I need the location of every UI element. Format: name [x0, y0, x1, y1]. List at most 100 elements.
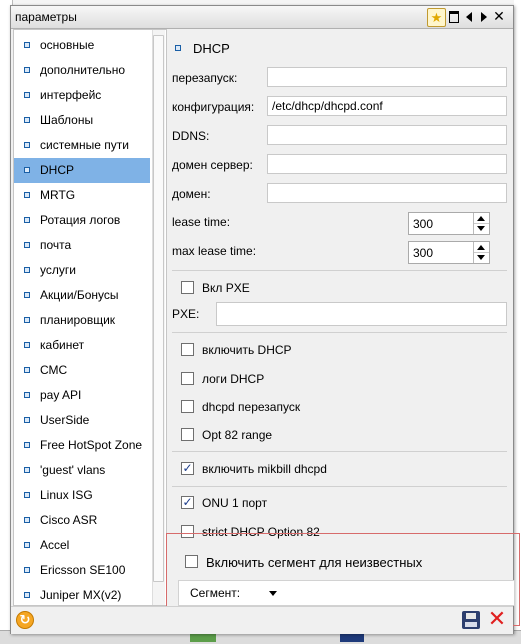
- sidebar-item-dhcp[interactable]: DHCP: [14, 158, 150, 183]
- config-label: конфигурация:: [172, 100, 255, 114]
- bullet-icon: [175, 45, 181, 51]
- sidebar-item-mail[interactable]: почта: [14, 233, 150, 258]
- checkbox[interactable]: [181, 400, 194, 413]
- window-title: параметры: [15, 10, 77, 24]
- pxe-input[interactable]: [216, 302, 507, 326]
- sidebar-item-label: почта: [40, 238, 72, 252]
- sidebar-item-ericsson[interactable]: Ericsson SE100: [14, 558, 150, 583]
- checkbox-label: включить DHCP: [202, 343, 292, 357]
- sidebar-item-label: Linux ISG: [40, 488, 93, 502]
- arrow-down-icon[interactable]: [477, 226, 485, 231]
- sidebar-item-label: MRTG: [40, 188, 76, 202]
- sidebar-item-userside[interactable]: UserSide: [14, 408, 150, 433]
- section-title: DHCP: [193, 41, 230, 56]
- sidebar-item-cabinet[interactable]: кабинет: [14, 333, 150, 358]
- sidebar-item-label: 'guest' vlans: [40, 463, 106, 477]
- ddns-input[interactable]: [267, 125, 507, 145]
- domain-input[interactable]: [267, 183, 507, 203]
- restart-label: перезапуск:: [172, 71, 238, 85]
- refresh-icon[interactable]: ↻: [16, 611, 34, 629]
- sidebar-item-label: Juniper MX(v2): [40, 588, 122, 602]
- sidebar-item-templates[interactable]: Шаблоны: [14, 108, 150, 133]
- dhcp-settings-panel: DHCP перезапуск: конфигурация: DDNS: дом…: [167, 29, 510, 604]
- bullet-icon: [24, 417, 30, 423]
- sidebar-item-system-paths[interactable]: системные пути: [14, 133, 150, 158]
- stepper-arrows[interactable]: [473, 242, 489, 263]
- bullet-icon: [24, 492, 30, 498]
- sidebar-item-free-hotspot[interactable]: Free HotSpot Zone: [14, 433, 150, 458]
- sidebar-item-mrtg[interactable]: MRTG: [14, 183, 150, 208]
- settings-sidebar: основные дополнительно интерфейс Шаблоны…: [13, 29, 167, 606]
- prev-arrow-icon[interactable]: [462, 9, 476, 24]
- sidebar-item-label: планировщик: [40, 313, 116, 327]
- sidebar-item-label: Шаблоны: [40, 113, 94, 127]
- title-bar[interactable]: параметры ★ ✕: [11, 6, 513, 29]
- sidebar-item-log-rotation[interactable]: Ротация логов: [14, 208, 150, 233]
- dropdown-arrow-icon[interactable]: [269, 591, 277, 596]
- stepper-arrows[interactable]: [473, 213, 489, 234]
- sidebar-item-label: UserSide: [40, 413, 90, 427]
- restart-input[interactable]: [267, 67, 507, 87]
- arrow-up-icon[interactable]: [477, 245, 485, 250]
- max-lease-time-stepper[interactable]: 300: [408, 241, 490, 264]
- bullet-icon: [24, 242, 30, 248]
- favorite-star-icon[interactable]: ★: [427, 8, 446, 27]
- config-input[interactable]: [267, 96, 507, 116]
- bullet-icon: [24, 592, 30, 598]
- background-block: [190, 634, 216, 642]
- sidebar-item-guest-vlans[interactable]: 'guest' vlans: [14, 458, 150, 483]
- cancel-icon[interactable]: ✕: [486, 608, 508, 630]
- bullet-icon: [24, 217, 30, 223]
- checkbox-checked[interactable]: ✓: [181, 496, 194, 509]
- sidebar-item-juniper[interactable]: Juniper MX(v2): [14, 583, 150, 605]
- bottom-toolbar: ↻ ✕: [11, 606, 513, 634]
- sidebar-scroll-thumb[interactable]: [153, 35, 164, 582]
- segment-select[interactable]: Сегмент:: [178, 580, 515, 606]
- checkbox-label: включить mikbill dhcpd: [202, 462, 327, 476]
- divider: [172, 332, 507, 333]
- checkbox-label: dhcpd перезапуск: [202, 400, 301, 414]
- bullet-icon: [24, 167, 30, 173]
- sidebar-item-interface[interactable]: интерфейс: [14, 83, 150, 108]
- next-arrow-icon[interactable]: [477, 9, 491, 24]
- checkbox[interactable]: [181, 372, 194, 385]
- bullet-icon: [24, 292, 30, 298]
- bullet-icon: [24, 142, 30, 148]
- checkbox[interactable]: [181, 343, 194, 356]
- sidebar-item-sms[interactable]: СМС: [14, 358, 150, 383]
- bullet-icon: [24, 342, 30, 348]
- max-lease-time-label: max lease time:: [172, 244, 257, 258]
- arrow-down-icon[interactable]: [477, 255, 485, 260]
- sidebar-item-scheduler[interactable]: планировщик: [14, 308, 150, 333]
- checkbox[interactable]: [181, 281, 194, 294]
- close-icon[interactable]: ✕: [492, 8, 506, 24]
- arrow-up-icon[interactable]: [477, 216, 485, 221]
- sidebar-item-basic[interactable]: основные: [14, 33, 150, 58]
- sidebar-item-cisco-asr[interactable]: Cisco ASR: [14, 508, 150, 533]
- checkbox-checked[interactable]: ✓: [181, 462, 194, 475]
- bullet-icon: [24, 392, 30, 398]
- sidebar-item-additional[interactable]: дополнительно: [14, 58, 150, 83]
- domain-server-input[interactable]: [267, 154, 507, 174]
- maximize-icon[interactable]: [447, 9, 461, 24]
- sidebar-item-label: Ericsson SE100: [40, 563, 126, 577]
- lease-time-stepper[interactable]: 300: [408, 212, 490, 235]
- save-icon[interactable]: [462, 611, 480, 629]
- bullet-icon: [24, 42, 30, 48]
- segment-label: Сегмент:: [190, 586, 241, 600]
- ddns-label: DDNS:: [172, 129, 210, 143]
- checkbox[interactable]: [181, 428, 194, 441]
- sidebar-item-accel[interactable]: Accel: [14, 533, 150, 558]
- sidebar-item-linux-isg[interactable]: Linux ISG: [14, 483, 150, 508]
- bullet-icon: [24, 517, 30, 523]
- sidebar-item-label: кабинет: [40, 338, 85, 352]
- bullet-icon: [24, 442, 30, 448]
- sidebar-item-services[interactable]: услуги: [14, 258, 150, 283]
- bullet-icon: [24, 92, 30, 98]
- sidebar-item-label: Ротация логов: [40, 213, 121, 227]
- sidebar-item-label: Free HotSpot Zone: [40, 438, 143, 452]
- sidebar-item-promotions[interactable]: Акции/Бонусы: [14, 283, 150, 308]
- bullet-icon: [24, 567, 30, 573]
- sidebar-item-label: системные пути: [40, 138, 129, 152]
- sidebar-item-pay-api[interactable]: pay API: [14, 383, 150, 408]
